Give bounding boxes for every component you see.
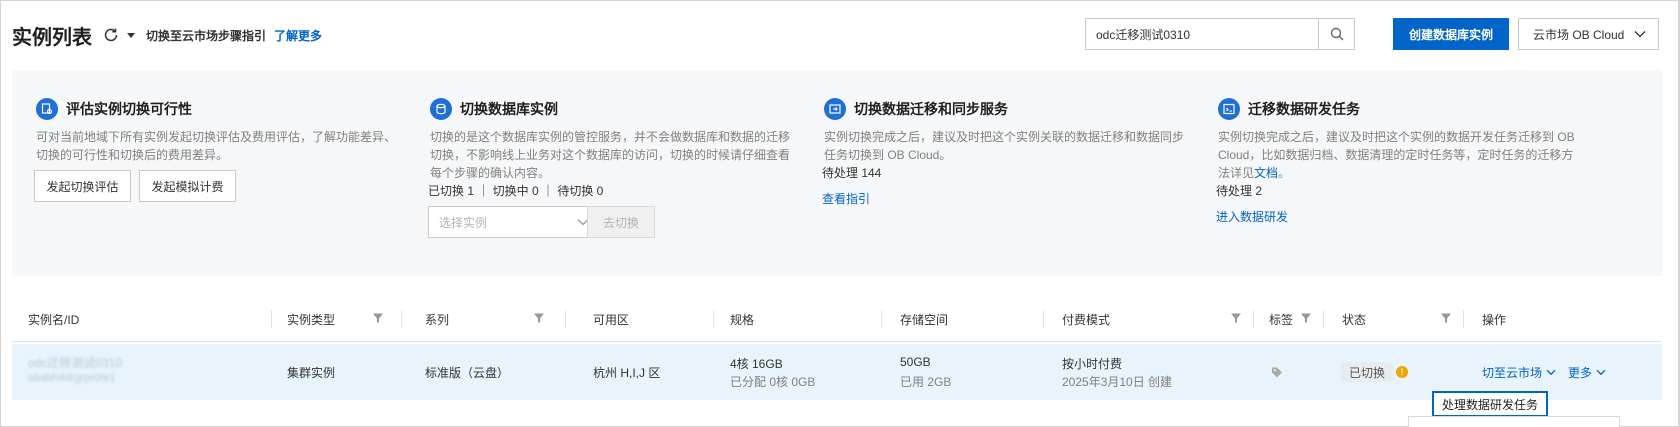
dev-task-icon: [1218, 98, 1240, 120]
filter-icon[interactable]: [1300, 312, 1314, 326]
card-title: 评估实例切换可行性: [66, 101, 192, 117]
migration-icon: [824, 98, 846, 120]
column-header-billing: 付费模式: [1062, 312, 1111, 327]
instance-id: obabh4drgrpr0fe1: [28, 372, 116, 384]
refresh-icon[interactable]: [102, 26, 120, 44]
switch-to-marketplace-link[interactable]: 切至云市场: [1482, 364, 1556, 381]
column-header-status: 状态: [1342, 312, 1367, 327]
more-actions-label: 更多: [1568, 366, 1593, 380]
card-title: 切换数据库实例: [460, 101, 558, 117]
instance-type: 集群实例: [287, 366, 336, 380]
billing-mode: 按小时付费: [1062, 357, 1123, 371]
go-switch-button[interactable]: 去切换: [587, 206, 655, 238]
card-title: 迁移数据研发任务: [1248, 101, 1360, 117]
card-description: 切换的是这个数据库实例的管控服务，并不会做数据库和数据的迁移切换，不影响线上业务…: [430, 130, 791, 180]
search-box: [1085, 18, 1355, 50]
warning-icon[interactable]: !: [1396, 366, 1408, 378]
table-header: 实例名/ID 实例类型 系列 可用区 规格 存储空间 付费模式 标签 状态 操作: [12, 296, 1662, 342]
page-title: 实例列表: [12, 26, 92, 49]
instance-storage: 50GB: [900, 355, 931, 369]
card-description-end: 。: [1278, 166, 1291, 180]
column-header-name: 实例名/ID: [28, 312, 80, 327]
card-description: 实例切换完成之后，建议及时把这个实例的数据开发任务迁移到 OB Cloud，比如…: [1218, 128, 1578, 182]
switch-cards-panel: 评估实例切换可行性 可对当前地域下所有实例发起切换评估及费用评估，了解功能差异、…: [12, 70, 1662, 276]
learn-more-link[interactable]: 了解更多: [274, 27, 322, 44]
simulate-billing-button[interactable]: 发起模拟计费: [139, 170, 236, 202]
instance-storage-used: 已用 2GB: [900, 375, 952, 389]
database-icon: [430, 98, 452, 120]
card-description: 可对当前地域下所有实例发起切换评估及费用评估，了解功能差异、切换的可行性和切换后…: [36, 130, 397, 162]
start-evaluation-button[interactable]: 发起切换评估: [34, 170, 131, 202]
instance-series: 标准版（云盘）: [425, 366, 510, 380]
instance-name[interactable]: odc迁移测试0310: [28, 354, 122, 371]
status-badge: 已切换: [1341, 362, 1394, 382]
more-actions-link[interactable]: 更多: [1568, 364, 1606, 381]
switch-guide-label: 切换至云市场步骤指引: [146, 28, 267, 43]
instance-zone: 杭州 H,I,J 区: [593, 366, 661, 380]
column-header-storage: 存储空间: [900, 312, 949, 327]
column-header-actions: 操作: [1482, 312, 1507, 327]
column-header-series: 系列: [425, 312, 450, 327]
table-row: odc迁移测试0310 obabh4drgrpr0fe1 集群实例 标准版（云盘…: [12, 344, 1662, 400]
instance-select[interactable]: 选择实例: [428, 206, 600, 238]
instance-select-placeholder: 选择实例: [439, 215, 488, 230]
dropdown-item-handle-dev-tasks[interactable]: 处理数据研发任务: [1432, 391, 1548, 417]
filter-icon[interactable]: [533, 312, 547, 326]
pending-count: 待处理 2: [1216, 184, 1263, 198]
chevron-down-icon: [1546, 369, 1556, 376]
instance-spec: 4核 16GB: [730, 357, 783, 371]
instance-spec-allocated: 已分配 0核 0GB: [730, 375, 816, 389]
pending-count: 待处理 144: [822, 166, 882, 180]
caret-down-icon[interactable]: [126, 30, 136, 40]
filter-icon[interactable]: [372, 312, 386, 326]
evaluate-icon: [36, 98, 58, 120]
column-header-tags: 标签: [1269, 312, 1294, 327]
search-input[interactable]: [1086, 19, 1318, 49]
page-header: 实例列表 切换至云市场步骤指引 了解更多: [12, 18, 322, 52]
enter-data-dev-link[interactable]: 进入数据研发: [1216, 208, 1288, 225]
card-title: 切换数据迁移和同步服务: [854, 101, 1008, 117]
tag-icon[interactable]: [1271, 366, 1283, 378]
column-header-spec: 规格: [730, 312, 755, 327]
create-instance-button[interactable]: 创建数据库实例: [1393, 18, 1509, 50]
region-select-value: 云市场 OB Cloud: [1533, 27, 1625, 42]
filter-icon[interactable]: [1230, 312, 1244, 326]
chevron-down-icon: [1596, 369, 1606, 376]
column-header-zone: 可用区: [593, 312, 630, 327]
switch-to-marketplace-label: 切至云市场: [1482, 366, 1543, 380]
card-description: 实例切换完成之后，建议及时把这个实例关联的数据迁移和数据同步任务切换到 OB C…: [824, 130, 1185, 162]
view-guide-link[interactable]: 查看指引: [822, 190, 870, 207]
switch-stats: 已切换 1 ｜ 切换中 0 ｜ 待切换 0: [428, 184, 604, 198]
docs-link[interactable]: 文档: [1254, 166, 1278, 180]
filter-icon[interactable]: [1440, 312, 1454, 326]
chevron-down-icon: [1634, 27, 1646, 41]
region-select[interactable]: 云市场 OB Cloud: [1518, 18, 1659, 50]
column-header-type: 实例类型: [287, 312, 336, 327]
created-date: 2025年3月10日 创建: [1062, 375, 1173, 389]
search-icon[interactable]: [1318, 19, 1354, 49]
pagination: [1408, 416, 1620, 427]
